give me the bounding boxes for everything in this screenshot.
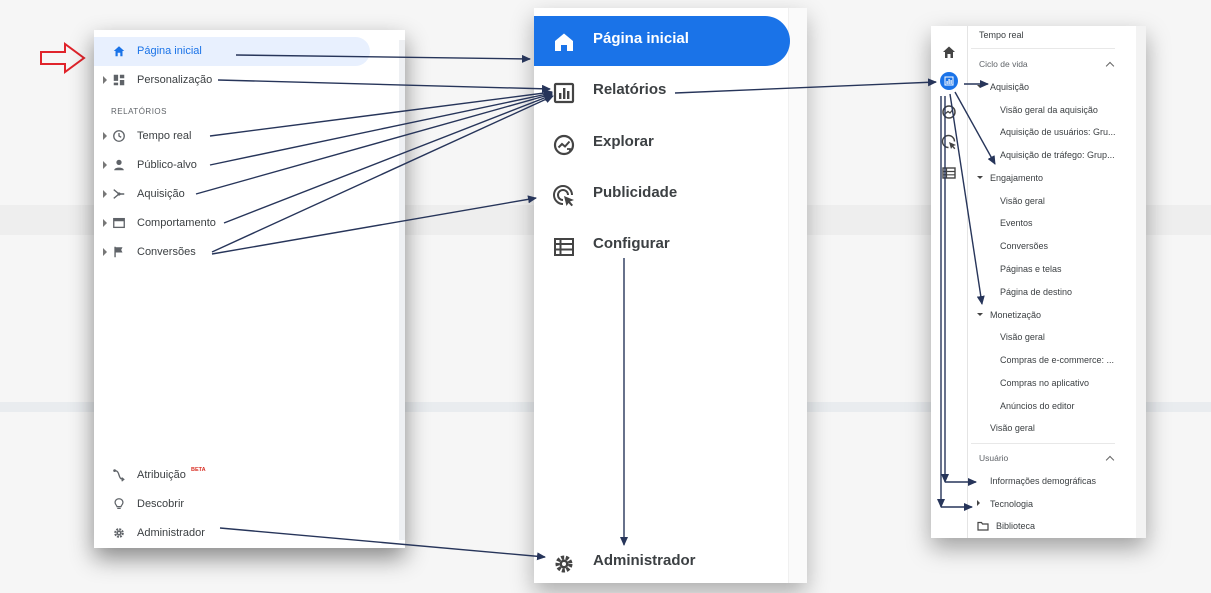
arrow-conversions-to-advertising <box>211 195 537 255</box>
arrow-acquisition-to-reports <box>195 92 553 195</box>
arrow-to-engagement <box>954 91 996 165</box>
arrow-reports-to-reports-rail <box>674 78 937 94</box>
arrow-to-monetization <box>949 93 985 305</box>
arrow-personalization-to-reports <box>217 79 551 93</box>
arrow-admin-to-admin <box>219 527 546 561</box>
connector-arrows <box>195 54 996 561</box>
arrow-conversions-to-reports <box>211 95 554 253</box>
arrow-home-to-home <box>235 54 531 63</box>
